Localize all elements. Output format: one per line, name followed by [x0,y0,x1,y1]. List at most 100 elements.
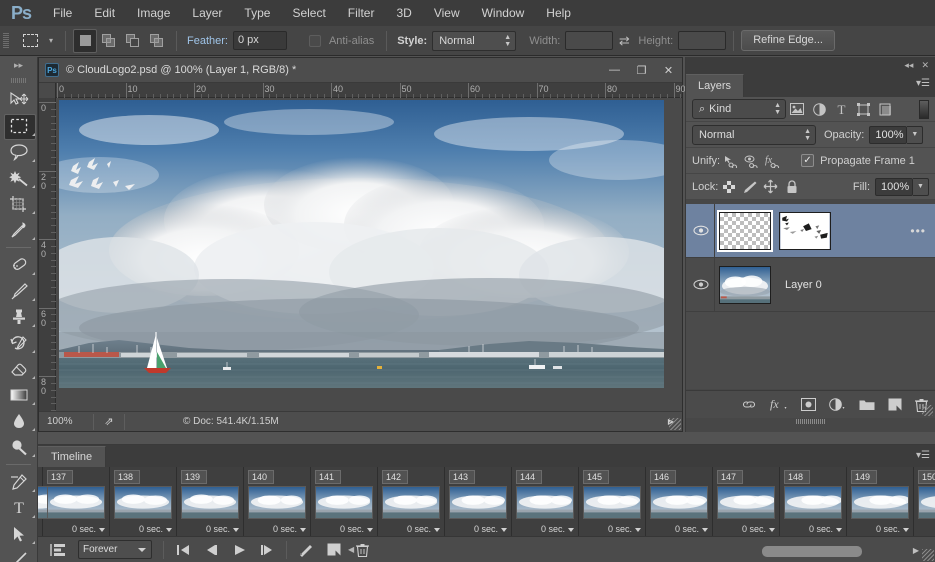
close-icon[interactable]: ✕ [921,60,929,71]
unify-position-icon[interactable] [720,151,741,171]
rectangular-marquee-icon[interactable] [16,30,44,52]
fill-value[interactable]: 100% [875,178,913,196]
frame-thumbnail[interactable] [516,486,574,519]
frame-number[interactable]: 139 [181,470,207,484]
pixel-layer-filter-icon[interactable] [786,99,808,119]
spot-healing-brush-tool[interactable] [0,252,38,278]
tools-panel-grip[interactable] [0,73,37,87]
timeline-resize-grip[interactable] [922,549,934,561]
height-input[interactable] [678,31,726,50]
frame-thumbnail[interactable] [851,486,909,519]
document-title-bar[interactable]: Ps © CloudLogo2.psd @ 100% (Layer 1, RGB… [39,58,682,83]
collapse-double-arrow-icon[interactable]: ◂◂ [904,60,913,71]
menu-filter[interactable]: Filter [337,0,386,26]
frame-number[interactable]: 150 [918,470,935,484]
opacity-value[interactable]: 100% [869,126,907,144]
new-adjustment-layer-icon[interactable] [829,398,846,411]
layers-panel-resize-grip[interactable] [922,405,933,416]
duplicate-frame-icon[interactable] [320,538,348,562]
swap-arrows-icon[interactable]: ⇄ [613,33,635,49]
timeline-horizontal-scrollbar[interactable] [762,546,907,557]
list-item[interactable]: 144 0 sec. [512,467,579,537]
loop-option-select[interactable]: Forever [78,540,152,559]
frame-thumbnail[interactable] [382,486,440,519]
list-item[interactable]: 141 0 sec. [311,467,378,537]
frame-number[interactable]: 145 [583,470,609,484]
frame-delay[interactable]: 0 sec. [809,524,842,534]
menu-3d[interactable]: 3D [385,0,422,26]
list-item[interactable]: 147 0 sec. [713,467,780,537]
tool-preset-chevron-down-icon[interactable]: ▾ [44,30,58,52]
layer-visibility-toggle[interactable] [688,225,714,236]
list-item[interactable]: 137 0 sec. [43,467,110,537]
lock-all-icon[interactable] [781,177,802,197]
tab-timeline[interactable]: Timeline [38,446,106,467]
new-group-icon[interactable] [859,399,875,411]
frame-thumbnail[interactable] [114,486,172,519]
menu-view[interactable]: View [423,0,471,26]
list-item[interactable]: 140 0 sec. [244,467,311,537]
menu-select[interactable]: Select [281,0,336,26]
unify-style-icon[interactable]: fx [762,151,783,171]
minimize-button[interactable]: — [601,58,628,82]
list-item[interactable]: 146 0 sec. [646,467,713,537]
frame-thumbnail[interactable] [717,486,775,519]
options-bar-grip[interactable] [0,26,12,56]
lock-position-icon[interactable] [760,177,781,197]
canvas[interactable] [57,99,682,430]
previous-frame-button[interactable] [197,538,225,562]
list-item[interactable]: 148 0 sec. [780,467,847,537]
dodge-tool[interactable] [0,434,38,460]
lock-transparent-pixels-icon[interactable] [718,177,739,197]
list-item[interactable]: 143 0 sec. [445,467,512,537]
panel-menu-icon[interactable]: ▾☰ [916,450,930,461]
refine-edge-button[interactable]: Refine Edge... [741,30,835,51]
frame-number[interactable]: 137 [47,470,73,484]
link-layers-icon[interactable] [741,399,757,410]
frame-delay[interactable]: 0 sec. [206,524,239,534]
gradient-tool[interactable] [0,382,38,408]
brush-tool[interactable] [0,278,38,304]
timeline-scroll-left-arrow-icon[interactable]: ◀ [348,545,354,554]
frame-delay[interactable]: 0 sec. [876,524,909,534]
frame-delay[interactable]: 0 sec. [407,524,440,534]
list-item[interactable]: 138 0 sec. [110,467,177,537]
subtract-from-selection-button[interactable] [121,29,145,53]
menu-file[interactable]: File [42,0,83,26]
history-brush-tool[interactable] [0,330,38,356]
frame-list[interactable]: 136 0 sec. 137 [38,467,935,537]
filter-toggle-icon[interactable] [919,100,929,119]
smart-object-filter-icon[interactable] [874,99,896,119]
list-item[interactable]: 139 0 sec. [177,467,244,537]
frame-thumbnail[interactable] [784,486,842,519]
frame-number[interactable]: 140 [248,470,274,484]
type-layer-filter-icon[interactable]: T [830,99,852,119]
add-layer-mask-icon[interactable] [801,398,816,411]
frame-number[interactable]: 144 [516,470,542,484]
layer-thumbnail-cell[interactable] [715,212,775,250]
filter-kind-select[interactable]: ⌕ Kind ▲▼ [692,99,786,119]
blur-tool[interactable] [0,408,38,434]
magic-wand-tool[interactable] [0,165,38,191]
blend-mode-select[interactable]: Normal ▲▼ [692,125,816,145]
timeline-scroll-right-arrow-icon[interactable]: ▶ [913,546,919,555]
frame-number[interactable]: 149 [851,470,877,484]
layer-thumbnail[interactable] [719,266,771,304]
zoom-level[interactable]: 100% [39,416,93,427]
frame-delay[interactable]: 0 sec. [675,524,708,534]
frame-delay[interactable]: 0 sec. [541,524,574,534]
convert-to-video-timeline-icon[interactable] [44,538,72,562]
layer-visibility-toggle[interactable] [688,279,714,290]
clone-stamp-tool[interactable] [0,304,38,330]
fill-stepper[interactable]: ▼ [913,178,929,196]
maximize-button[interactable]: ❐ [628,58,655,82]
path-selection-tool[interactable] [0,521,38,547]
pen-tool[interactable] [0,469,38,495]
next-frame-button[interactable] [253,538,281,562]
frame-delay[interactable]: 0 sec. [340,524,373,534]
lasso-tool[interactable] [0,139,38,165]
close-button[interactable]: ✕ [655,58,682,82]
share-icon[interactable]: ⇗ [94,415,124,428]
panel-menu-icon[interactable]: ▾☰ [916,78,930,90]
more-options-icon[interactable]: ••• [910,224,926,238]
